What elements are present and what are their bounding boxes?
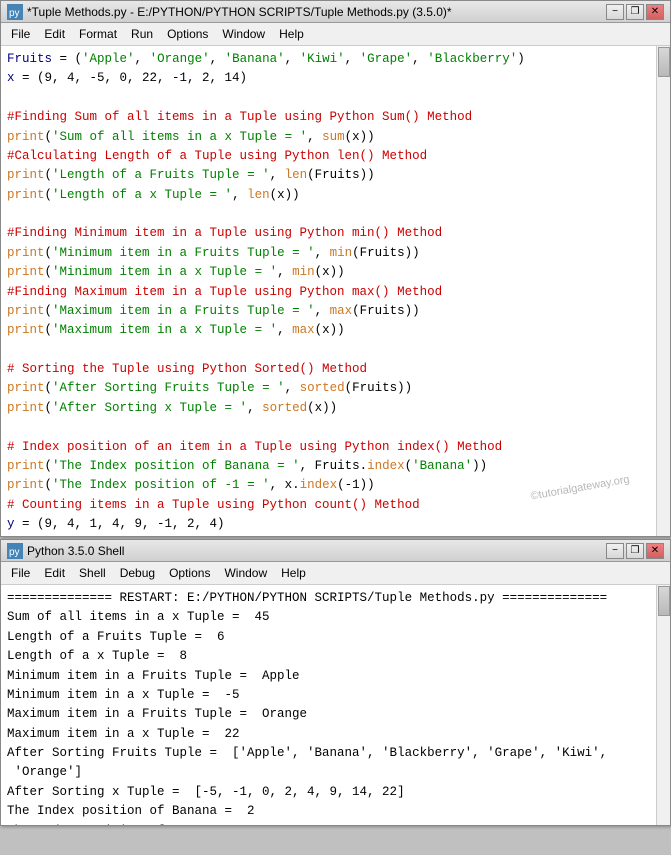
shell-window: py Python 3.5.0 Shell − ❐ ✕ File Edit Sh… — [0, 539, 671, 826]
shell-menu-debug[interactable]: Debug — [114, 564, 161, 582]
shell-menu-window[interactable]: Window — [218, 564, 273, 582]
shell-menu-file[interactable]: File — [5, 564, 36, 582]
svg-text:py: py — [9, 8, 20, 19]
shell-title-left: py Python 3.5.0 Shell — [7, 543, 124, 559]
shell-output-area[interactable]: ============== RESTART: E:/PYTHON/PYTHON… — [1, 585, 670, 825]
editor-menu-run[interactable]: Run — [125, 25, 159, 43]
editor-menu-format[interactable]: Format — [73, 25, 123, 43]
editor-menu-options[interactable]: Options — [161, 25, 214, 43]
python-file-icon: py — [7, 4, 23, 20]
shell-title-bar: py Python 3.5.0 Shell − ❐ ✕ — [1, 540, 670, 562]
editor-scrollbar[interactable] — [656, 46, 670, 536]
shell-menu-edit[interactable]: Edit — [38, 564, 71, 582]
editor-menu-file[interactable]: File — [5, 25, 36, 43]
shell-menu-shell[interactable]: Shell — [73, 564, 112, 582]
editor-restore-button[interactable]: ❐ — [626, 4, 644, 20]
shell-title-text: Python 3.5.0 Shell — [27, 544, 124, 558]
shell-restore-button[interactable]: ❐ — [626, 543, 644, 559]
shell-menu-bar: File Edit Shell Debug Options Window Hel… — [1, 562, 670, 585]
editor-menu-bar: File Edit Format Run Options Window Help — [1, 23, 670, 46]
editor-code-area[interactable]: Fruits = ('Apple', 'Orange', 'Banana', '… — [1, 46, 670, 536]
shell-menu-help[interactable]: Help — [275, 564, 312, 582]
shell-python-icon: py — [7, 543, 23, 559]
shell-menu-options[interactable]: Options — [163, 564, 216, 582]
editor-scrollbar-thumb[interactable] — [658, 47, 670, 77]
editor-code-content: Fruits = ('Apple', 'Orange', 'Banana', '… — [7, 50, 650, 536]
shell-window-controls: − ❐ ✕ — [606, 543, 664, 559]
editor-window: py *Tuple Methods.py - E:/PYTHON/PYTHON … — [0, 0, 671, 537]
editor-title-left: py *Tuple Methods.py - E:/PYTHON/PYTHON … — [7, 4, 452, 20]
editor-window-controls: − ❐ ✕ — [606, 4, 664, 20]
shell-scrollbar[interactable] — [656, 585, 670, 825]
shell-minimize-button[interactable]: − — [606, 543, 624, 559]
editor-menu-window[interactable]: Window — [216, 25, 271, 43]
shell-close-button[interactable]: ✕ — [646, 543, 664, 559]
editor-title-text: *Tuple Methods.py - E:/PYTHON/PYTHON SCR… — [27, 5, 452, 19]
editor-close-button[interactable]: ✕ — [646, 4, 664, 20]
editor-title-bar: py *Tuple Methods.py - E:/PYTHON/PYTHON … — [1, 1, 670, 23]
svg-text:py: py — [9, 547, 20, 558]
shell-output-content: ============== RESTART: E:/PYTHON/PYTHON… — [7, 589, 650, 825]
editor-menu-help[interactable]: Help — [273, 25, 310, 43]
editor-minimize-button[interactable]: − — [606, 4, 624, 20]
editor-menu-edit[interactable]: Edit — [38, 25, 71, 43]
shell-scrollbar-thumb[interactable] — [658, 586, 670, 616]
